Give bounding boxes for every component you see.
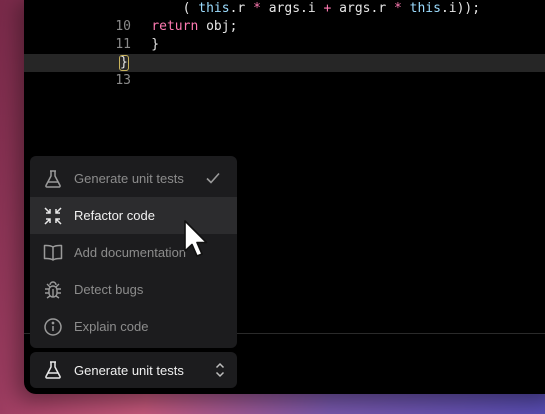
checkmark-icon xyxy=(206,172,220,184)
line-number: 13 xyxy=(115,73,131,88)
code-text: return obj; xyxy=(151,19,238,34)
code-line: 11 return obj; xyxy=(24,18,545,52)
code-line: 10 ( this.r * args.i + args.r * this.i))… xyxy=(24,0,545,34)
compress-arrows-icon xyxy=(42,205,64,227)
selector-label: Generate unit tests xyxy=(74,362,184,378)
code-text: } xyxy=(120,37,160,52)
menu-item-label: Refactor code xyxy=(74,208,155,223)
info-icon xyxy=(42,316,64,338)
code-line-current: 13 } xyxy=(24,54,545,88)
menu-item-label: Explain code xyxy=(74,319,149,334)
mouse-pointer-icon xyxy=(184,220,208,257)
chevron-up-down-icon xyxy=(215,362,225,378)
menu-item-detect-bugs[interactable]: Detect bugs xyxy=(30,271,237,308)
flask-icon xyxy=(42,168,64,190)
bug-icon xyxy=(42,279,64,301)
menu-item-label: Generate unit tests xyxy=(74,171,184,186)
menu-item-label: Detect bugs xyxy=(74,282,144,297)
code-text: } xyxy=(119,54,129,72)
book-icon xyxy=(42,242,64,264)
menu-item-explain-code[interactable]: Explain code xyxy=(30,308,237,345)
code-text: ( this.r * args.i + args.r * this.i)); xyxy=(120,1,481,16)
matched-brace: } xyxy=(119,55,129,71)
action-selector[interactable]: Generate unit tests xyxy=(30,352,237,388)
menu-item-generate-unit-tests[interactable]: Generate unit tests xyxy=(30,160,237,197)
menu-item-label: Add documentation xyxy=(74,245,187,260)
flask-icon xyxy=(42,359,64,381)
code-editor[interactable]: 10 ( this.r * args.i + args.r * this.i))… xyxy=(24,0,545,88)
code-line: 12 } xyxy=(24,36,545,70)
